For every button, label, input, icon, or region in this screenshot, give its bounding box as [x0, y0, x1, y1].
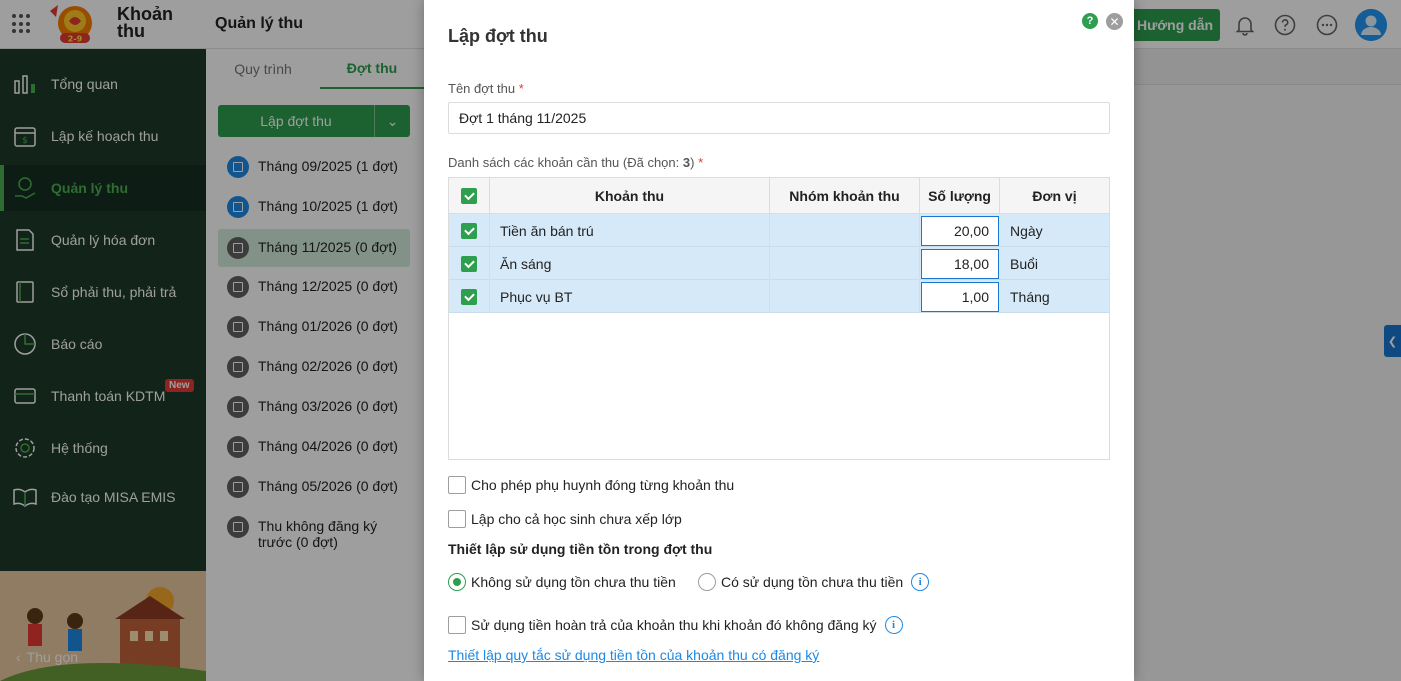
item-unit: Buổi	[1010, 255, 1039, 272]
allow-parent-checkbox[interactable]	[448, 476, 466, 494]
quantity-input[interactable]: 18,00	[921, 249, 999, 279]
item-group	[770, 214, 920, 247]
select-all-cell	[449, 178, 490, 214]
items-list-label: Danh sách các khoản cần thu (Đã chọn: 3)…	[448, 155, 703, 170]
table-header: Khoản thu Nhóm khoản thu Số lượng Đơn vị	[449, 178, 1109, 214]
refund-checkbox[interactable]	[448, 616, 466, 634]
radio-no-use-balance[interactable]: Không sử dụng tồn chưa thu tiền	[448, 573, 676, 591]
dialog-title: Lập đợt thu	[448, 26, 548, 46]
radio-label: Không sử dụng tồn chưa thu tiền	[471, 574, 676, 590]
row-checkbox[interactable]	[461, 288, 477, 305]
select-all-checkbox[interactable]	[461, 188, 477, 204]
quantity-input[interactable]: 20,00	[921, 216, 999, 246]
quantity-input[interactable]: 1,00	[921, 282, 999, 312]
create-period-dialog: Lập đợt thu ? ✕ Tên đợt thu * Đợt 1 thán…	[424, 0, 1134, 681]
column-header-unit[interactable]: Đơn vị	[1000, 178, 1109, 214]
help-icon[interactable]: ?	[1082, 13, 1098, 29]
column-header-item[interactable]: Khoản thu	[490, 178, 770, 214]
info-icon[interactable]: i	[911, 573, 930, 591]
item-group	[770, 247, 920, 280]
allow-parent-option[interactable]: Cho phép phụ huynh đóng từng khoản thu	[448, 476, 734, 494]
refund-option[interactable]: Sử dụng tiền hoàn trả của khoản thu khi …	[448, 616, 903, 634]
fee-items-table: Khoản thu Nhóm khoản thu Số lượng Đơn vị…	[448, 177, 1110, 460]
item-name: Ăn sáng	[490, 247, 770, 280]
app-root: 2-9 Khoản thu Quản lý thu Hướng dẫn Tổng …	[0, 0, 1401, 681]
item-name: Tiền ăn bán trú	[490, 214, 770, 247]
table-row[interactable]: Ăn sáng 18,00 Buổi	[449, 247, 1109, 280]
allow-parent-label: Cho phép phụ huynh đóng từng khoản thu	[471, 477, 735, 493]
info-icon[interactable]: i	[884, 616, 903, 634]
name-field-label: Tên đợt thu *	[448, 81, 524, 96]
radio-label: Có sử dụng tồn chưa thu tiền	[721, 574, 904, 590]
row-check-cell	[449, 280, 490, 313]
item-unit: Ngày	[1010, 222, 1043, 239]
required-mark: *	[698, 155, 704, 170]
required-mark: *	[518, 81, 524, 96]
row-checkbox[interactable]	[461, 255, 477, 272]
items-list-prefix: Danh sách các khoản cần thu (Đã chọn:	[448, 155, 683, 170]
refund-label: Sử dụng tiền hoàn trả của khoản thu khi …	[471, 617, 877, 633]
close-icon[interactable]: ✕	[1106, 13, 1123, 30]
radio-button[interactable]	[698, 573, 716, 591]
balance-section-title: Thiết lập sử dụng tiền tồn trong đợt thu	[448, 541, 713, 557]
column-header-group[interactable]: Nhóm khoản thu	[770, 178, 920, 214]
balance-rules-link[interactable]: Thiết lập quy tắc sử dụng tiền tồn của k…	[448, 647, 819, 663]
item-unit: Tháng	[1010, 288, 1050, 305]
row-check-cell	[449, 247, 490, 280]
items-list-suffix: )	[690, 155, 695, 170]
unassigned-students-label: Lập cho cả học sinh chưa xếp lớp	[471, 511, 682, 527]
radio-button[interactable]	[448, 573, 466, 591]
radio-use-balance[interactable]: Có sử dụng tồn chưa thu tiền i	[698, 573, 930, 591]
item-group	[770, 280, 920, 313]
row-checkbox[interactable]	[461, 222, 477, 239]
unassigned-students-option[interactable]: Lập cho cả học sinh chưa xếp lớp	[448, 510, 682, 528]
name-label-text: Tên đợt thu	[448, 81, 516, 96]
item-name: Phục vụ BT	[490, 280, 770, 313]
table-row[interactable]: Tiền ăn bán trú 20,00 Ngày	[449, 214, 1109, 247]
row-check-cell	[449, 214, 490, 247]
table-row[interactable]: Phục vụ BT 1,00 Tháng	[449, 280, 1109, 313]
period-name-input[interactable]: Đợt 1 tháng 11/2025	[448, 102, 1110, 134]
unassigned-students-checkbox[interactable]	[448, 510, 466, 528]
column-header-quantity[interactable]: Số lượng	[920, 178, 1000, 214]
